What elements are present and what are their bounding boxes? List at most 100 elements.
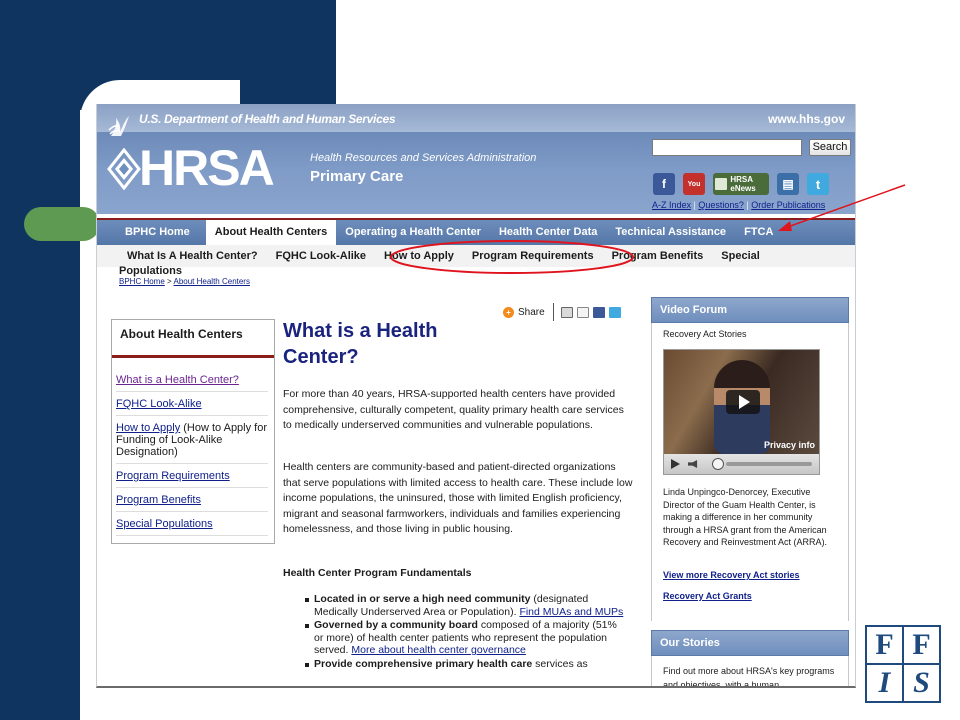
privacy-info-link[interactable]: Privacy info — [764, 440, 815, 450]
ffis-letter: I — [867, 665, 902, 701]
play-icon[interactable] — [726, 390, 760, 414]
intro-paragraph: For more than 40 years, HRSA-supported h… — [283, 388, 624, 431]
search-button[interactable]: Search — [809, 139, 851, 156]
governance-link[interactable]: More about health center governance — [351, 644, 526, 656]
sub-nav: What Is A Health Center? FQHC Look-Alike… — [97, 245, 855, 267]
list-item: Governed by a community board composed o… — [305, 619, 627, 657]
fundamental-bold: Located in or serve a high need communit… — [314, 593, 531, 605]
utility-links: A-Z Index | Questions? | Order Publicati… — [652, 200, 826, 210]
our-stories-panel: Find out more about HRSA's key programs … — [651, 656, 849, 688]
sidebar-heading: About Health Centers — [112, 320, 274, 358]
az-index-link[interactable]: A-Z Index — [652, 200, 691, 210]
site-header: U.S. Department of Health and Human Serv… — [97, 104, 855, 214]
fundamentals-list: Located in or serve a high need communit… — [305, 593, 627, 671]
sidebar-link[interactable]: Program Requirements — [116, 470, 230, 482]
subnav-how-to-apply[interactable]: How to Apply — [375, 245, 463, 267]
list-item: Located in or serve a high need communit… — [305, 593, 627, 618]
breadcrumb-about-health-centers[interactable]: About Health Centers — [173, 277, 250, 286]
volume-icon[interactable] — [688, 460, 698, 468]
video-forum-header: Video Forum — [651, 297, 849, 323]
ffis-letter: S — [904, 665, 939, 701]
our-stories-text: Find out more about HRSA's key programs … — [663, 666, 835, 688]
fundamental-bold: Governed by a community board — [314, 619, 478, 631]
rss-icon[interactable]: ▤ — [777, 173, 799, 195]
page-title: What is a Health Center? — [283, 320, 438, 368]
subnav-fqhc-look-alike[interactable]: FQHC Look-Alike — [267, 245, 375, 267]
nav-ftca[interactable]: FTCA — [735, 220, 782, 245]
twitter-icon[interactable]: t — [807, 173, 829, 195]
social-icons: f You HRSA eNews ▤ t — [653, 171, 829, 197]
share-divider — [552, 303, 554, 321]
view-more-recovery-stories-link[interactable]: View more Recovery Act stories — [663, 570, 800, 580]
facebook-share-icon[interactable] — [592, 306, 605, 318]
search-input[interactable] — [652, 139, 802, 156]
recovery-act-grants-link[interactable]: Recovery Act Grants — [663, 591, 752, 601]
share-bar: + Share — [503, 303, 621, 321]
enews-icon[interactable]: HRSA eNews — [713, 173, 769, 195]
hrsa-full-name: Health Resources and Services Administra… — [310, 152, 537, 164]
sidebar-item-what-is-a-health-center: What is a Health Center? — [116, 368, 268, 392]
hhs-bar: U.S. Department of Health and Human Serv… — [97, 104, 855, 136]
print-icon[interactable] — [560, 306, 573, 318]
ffis-letter: F — [867, 627, 902, 663]
hhs-eagle-icon — [108, 116, 129, 136]
site-subtitle: Primary Care — [310, 168, 404, 185]
fundamental-text: services as — [532, 657, 588, 670]
nav-operating-a-health-center[interactable]: Operating a Health Center — [336, 220, 490, 245]
main-nav: BPHC Home About Health Centers Operating… — [97, 218, 855, 245]
questions-link[interactable]: Questions? — [698, 200, 744, 210]
subnav-what-is-a-health-center[interactable]: What Is A Health Center? — [123, 245, 267, 267]
email-icon[interactable] — [576, 306, 589, 318]
slide-left-band — [0, 0, 80, 720]
order-publications-link[interactable]: Order Publications — [751, 200, 825, 210]
hrsa-logo-mark-icon — [107, 148, 141, 190]
subnav-special-populations-overflow[interactable]: Populations — [119, 265, 182, 277]
facebook-icon[interactable]: f — [653, 173, 675, 195]
sidebar-link[interactable]: Special Populations — [116, 518, 213, 530]
nav-about-health-centers[interactable]: About Health Centers — [205, 220, 337, 245]
sidebar-link[interactable]: How to Apply — [116, 422, 180, 434]
nav-bphc-home[interactable]: BPHC Home — [97, 220, 206, 245]
sidebar-link[interactable]: FQHC Look-Alike — [116, 398, 202, 410]
left-sidebar: About Health Centers What is a Health Ce… — [111, 319, 275, 544]
nav-technical-assistance[interactable]: Technical Assistance — [606, 220, 735, 245]
sidebar-item-program-requirements: Program Requirements — [116, 464, 268, 488]
our-stories-header: Our Stories — [651, 630, 849, 656]
ffis-logo: F F I S — [865, 625, 941, 703]
hhs-agency-name[interactable]: U.S. Department of Health and Human Serv… — [139, 112, 396, 126]
video-forum-panel: Recovery Act Stories Privacy info Linda … — [651, 323, 849, 621]
video-thumbnail[interactable]: Privacy info — [664, 350, 819, 454]
nav-health-center-data[interactable]: Health Center Data — [490, 220, 606, 245]
hrsa-logo[interactable]: HRSA — [139, 140, 275, 196]
sidebar-item-how-to-apply: How to Apply (How to Apply for Funding o… — [116, 416, 268, 464]
video-caption: Linda Unpingco-Denorcey, Executive Direc… — [663, 487, 828, 547]
sidebar-item-fqhc-look-alike: FQHC Look-Alike — [116, 392, 268, 416]
share-icon[interactable]: + — [503, 306, 514, 318]
breadcrumb-bphc-home[interactable]: BPHC Home — [119, 277, 165, 286]
share-label[interactable]: Share — [518, 307, 545, 318]
video-player[interactable]: Privacy info — [663, 349, 820, 475]
find-muas-link[interactable]: Find MUAs and MUPs — [519, 606, 623, 618]
seek-knob[interactable] — [712, 458, 724, 470]
sidebar-link[interactable]: What is a Health Center? — [116, 374, 239, 386]
breadcrumb: BPHC Home > About Health Centers — [119, 277, 250, 286]
sidebar-link[interactable]: Program Benefits — [116, 494, 201, 506]
website-screenshot: U.S. Department of Health and Human Serv… — [96, 104, 856, 688]
centers-paragraph: Health centers are community-based and p… — [283, 461, 633, 535]
play-control-icon[interactable] — [671, 459, 680, 469]
youtube-icon[interactable]: You — [683, 173, 705, 195]
fundamentals-heading: Health Center Program Fundamentals — [283, 567, 472, 579]
video-controls — [664, 454, 819, 474]
ffis-letter: F — [904, 627, 939, 663]
enews-label: HRSA eNews — [730, 175, 756, 193]
subnav-program-requirements[interactable]: Program Requirements — [463, 245, 603, 267]
subnav-program-benefits[interactable]: Program Benefits — [603, 245, 713, 267]
sidebar-item-special-populations: Special Populations — [116, 512, 268, 536]
list-item: Provide comprehensive primary health car… — [305, 658, 627, 671]
video-section-label: Recovery Act Stories — [663, 329, 747, 339]
seek-bar[interactable] — [726, 462, 812, 466]
hhs-url-link[interactable]: www.hhs.gov — [768, 112, 845, 126]
twitter-share-icon[interactable] — [608, 306, 621, 318]
subnav-special-populations[interactable]: Special — [712, 245, 769, 267]
breadcrumb-separator: > — [167, 277, 172, 286]
